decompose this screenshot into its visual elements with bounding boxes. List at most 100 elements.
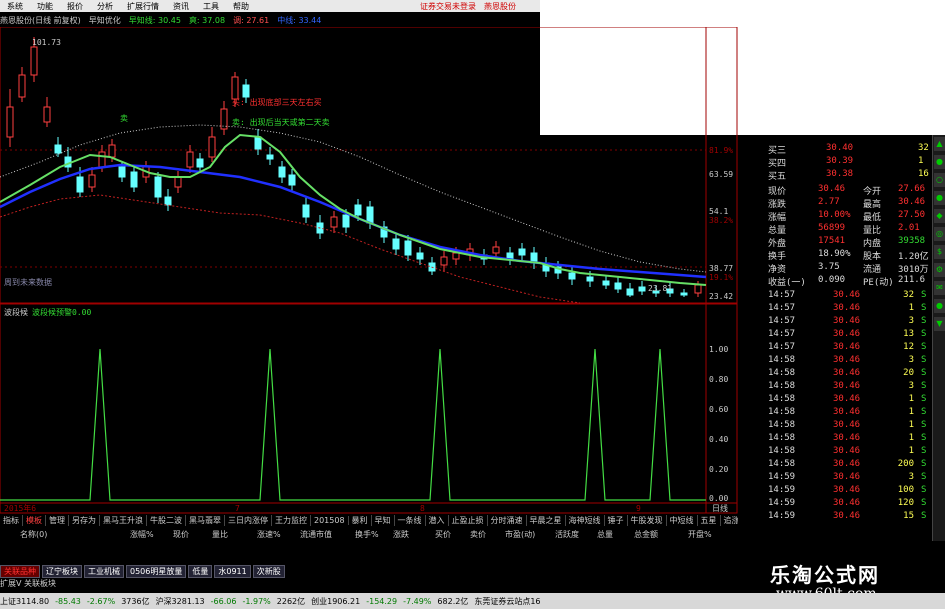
column-header[interactable]: 涨幅% [130, 529, 154, 540]
indicator-tab[interactable]: 王力监控 [272, 515, 311, 526]
tick-row[interactable]: 14:59 30.46 100 S [738, 485, 933, 497]
indicator-value-zaozhi: 早知线: 30.45 [128, 15, 181, 25]
indicator-tab[interactable]: 分时涌速 [488, 515, 527, 526]
menu-item-function[interactable]: 功能 [30, 1, 60, 12]
indicator-tab[interactable]: 另存为 [69, 515, 100, 526]
indicator-tab[interactable]: 指标 [0, 515, 23, 526]
indicator-tab[interactable]: 一条线 [395, 515, 426, 526]
sector-tab[interactable]: 次新股 [252, 564, 285, 578]
column-header[interactable]: 总量 [597, 529, 613, 540]
tick-row[interactable]: 14:57 30.46 32 S [738, 290, 933, 302]
indicator-tab[interactable]: 201508 [311, 516, 349, 525]
tick-row[interactable]: 14:58 30.46 20 S [738, 368, 933, 380]
indicator-tab[interactable]: 三日内涨停 [225, 515, 272, 526]
indicator-tab[interactable]: 海神短线 [566, 515, 605, 526]
toolbar-button[interactable]: ○ [934, 173, 945, 187]
indicator-tab[interactable]: 止盈止损 [449, 515, 488, 526]
menu-item-help[interactable]: 帮助 [226, 1, 256, 12]
indicator-tab[interactable]: 潜入 [426, 515, 449, 526]
toolbar-button[interactable]: ● [934, 155, 945, 169]
column-header[interactable]: 卖价 [470, 529, 486, 540]
indicator-tab[interactable]: 中短线 [667, 515, 698, 526]
tick-row[interactable]: 14:58 30.46 1 S [738, 394, 933, 406]
indicator-tab[interactable]: 暴利 [349, 515, 372, 526]
column-header[interactable]: 开盘% [688, 529, 712, 540]
column-header[interactable]: 活跃度 [555, 529, 579, 540]
menu-item-system[interactable]: 系统 [0, 1, 30, 12]
status-item: 沪深3281.13 [155, 596, 205, 606]
tick-price: 30.46 [833, 394, 861, 404]
indicator-tab[interactable]: 牛股发现 [628, 515, 667, 526]
column-header[interactable]: 涨跌 [393, 529, 409, 540]
status-item: -1.97% [242, 596, 271, 606]
toolbar-button[interactable]: ● [934, 299, 945, 313]
menu-item-quote[interactable]: 报价 [60, 1, 90, 12]
tick-row[interactable]: 14:57 30.46 12 S [738, 342, 933, 354]
column-header[interactable]: 换手% [355, 529, 379, 540]
column-header[interactable]: 市盈(动) [505, 529, 535, 540]
indicator-tab[interactable]: 早知 [372, 515, 395, 526]
tick-row[interactable]: 14:58 30.46 3 S [738, 381, 933, 393]
toolbar-button[interactable]: ✉ [934, 281, 945, 295]
column-header[interactable]: 涨速% [257, 529, 281, 540]
column-header[interactable]: 名称(0) [20, 529, 47, 540]
trade-login-status[interactable]: 证券交易未登录 [420, 1, 476, 12]
tick-row[interactable]: 14:58 30.46 1 S [738, 407, 933, 419]
indicator-tab-bar: 指标 模板 管理 另存为 黑马王升浪 牛股二波 黑马翡翠 三日内涨停 王力监控 201508 暴利早… [0, 514, 738, 527]
indicator-tab[interactable]: 五星 [698, 515, 721, 526]
toolbar-button[interactable]: ◎ [934, 227, 945, 241]
column-header[interactable]: 总金额 [634, 529, 658, 540]
column-header[interactable]: 买价 [435, 529, 451, 540]
tick-row[interactable]: 14:59 30.46 3 S [738, 472, 933, 484]
menu-item-ext-market[interactable]: 扩展行情 [120, 1, 166, 12]
column-header[interactable]: 流通市值 [300, 529, 332, 540]
toolbar-button[interactable]: ▼ [934, 317, 945, 331]
axis-label-fib3: 19.1% [709, 273, 733, 282]
stat-label: 最高 [863, 200, 882, 210]
menu-item-tools[interactable]: 工具 [196, 1, 226, 12]
column-header[interactable]: 现价 [173, 529, 189, 540]
sector-tab[interactable]: 低量 [188, 564, 213, 578]
sector-tab[interactable]: 0506明星放量 [126, 564, 187, 578]
toolbar-button[interactable]: ◆ [934, 209, 945, 223]
tick-row[interactable]: 14:58 30.46 200 S [738, 459, 933, 471]
sector-tab[interactable]: 工业机械 [84, 564, 124, 578]
stat-label: 股本 [863, 252, 882, 262]
right-toolbar[interactable]: ▲ ● ○ ● ◆ ◎ $ ⚙ ✉ ● ▼ [932, 135, 945, 542]
tick-row[interactable]: 14:58 30.46 1 S [738, 433, 933, 445]
toolbar-button[interactable]: ▲ [934, 137, 945, 151]
tick-time: 14:59 [768, 511, 796, 521]
tick-row[interactable]: 14:59 30.46 15 S [738, 511, 933, 523]
tick-row[interactable]: 14:58 30.46 3 S [738, 355, 933, 367]
indicator-tab[interactable]: 早晨之星 [527, 515, 566, 526]
sector-tab[interactable]: 关联品种 [0, 564, 40, 578]
toolbar-button[interactable]: ⚙ [934, 263, 945, 277]
expand-row[interactable]: 扩展V 关联板块 [0, 578, 56, 589]
tick-row[interactable]: 14:58 30.46 1 S [738, 420, 933, 432]
period-label[interactable]: 日线 [712, 503, 728, 513]
candle-body [518, 248, 526, 256]
menu-item-info[interactable]: 资讯 [166, 1, 196, 12]
sector-tab[interactable]: 水0911 [214, 564, 251, 578]
tick-row[interactable]: 14:57 30.46 3 S [738, 316, 933, 328]
column-header[interactable]: 量比 [212, 529, 228, 540]
tick-row[interactable]: 14:57 30.46 1 S [738, 303, 933, 315]
toolbar-button[interactable]: $ [934, 245, 945, 259]
stat-value: 211.6 [898, 275, 926, 285]
sector-tab[interactable]: 辽宁板块 [42, 564, 82, 578]
tick-row[interactable]: 14:59 30.46 120 S [738, 498, 933, 510]
tick-row[interactable]: 14:58 30.46 1 S [738, 446, 933, 458]
market-status-bar: 上证3114.80 -85.43 -2.67% 3736亿 沪深3281.13 -66.0… [0, 593, 945, 609]
orderbook-price: 30.38 [826, 169, 854, 179]
kline-chart-area[interactable]: 101.73 买: 出现底部三天左右买 卖: 出现后当天或第二天卖 卖 23.8… [0, 27, 738, 514]
indicator-tab[interactable]: 模板 [23, 515, 46, 526]
menu-item-analysis[interactable]: 分析 [90, 1, 120, 12]
toolbar-button[interactable]: ● [934, 191, 945, 205]
indicator-tab[interactable]: 追涨戚 [721, 515, 738, 526]
indicator-tab[interactable]: 牛股二波 [147, 515, 186, 526]
indicator-tab[interactable]: 黑马王升浪 [100, 515, 147, 526]
indicator-tab[interactable]: 黑马翡翠 [186, 515, 225, 526]
indicator-tab[interactable]: 锤子 [605, 515, 628, 526]
indicator-tab[interactable]: 管理 [46, 515, 69, 526]
tick-row[interactable]: 14:57 30.46 13 S [738, 329, 933, 341]
